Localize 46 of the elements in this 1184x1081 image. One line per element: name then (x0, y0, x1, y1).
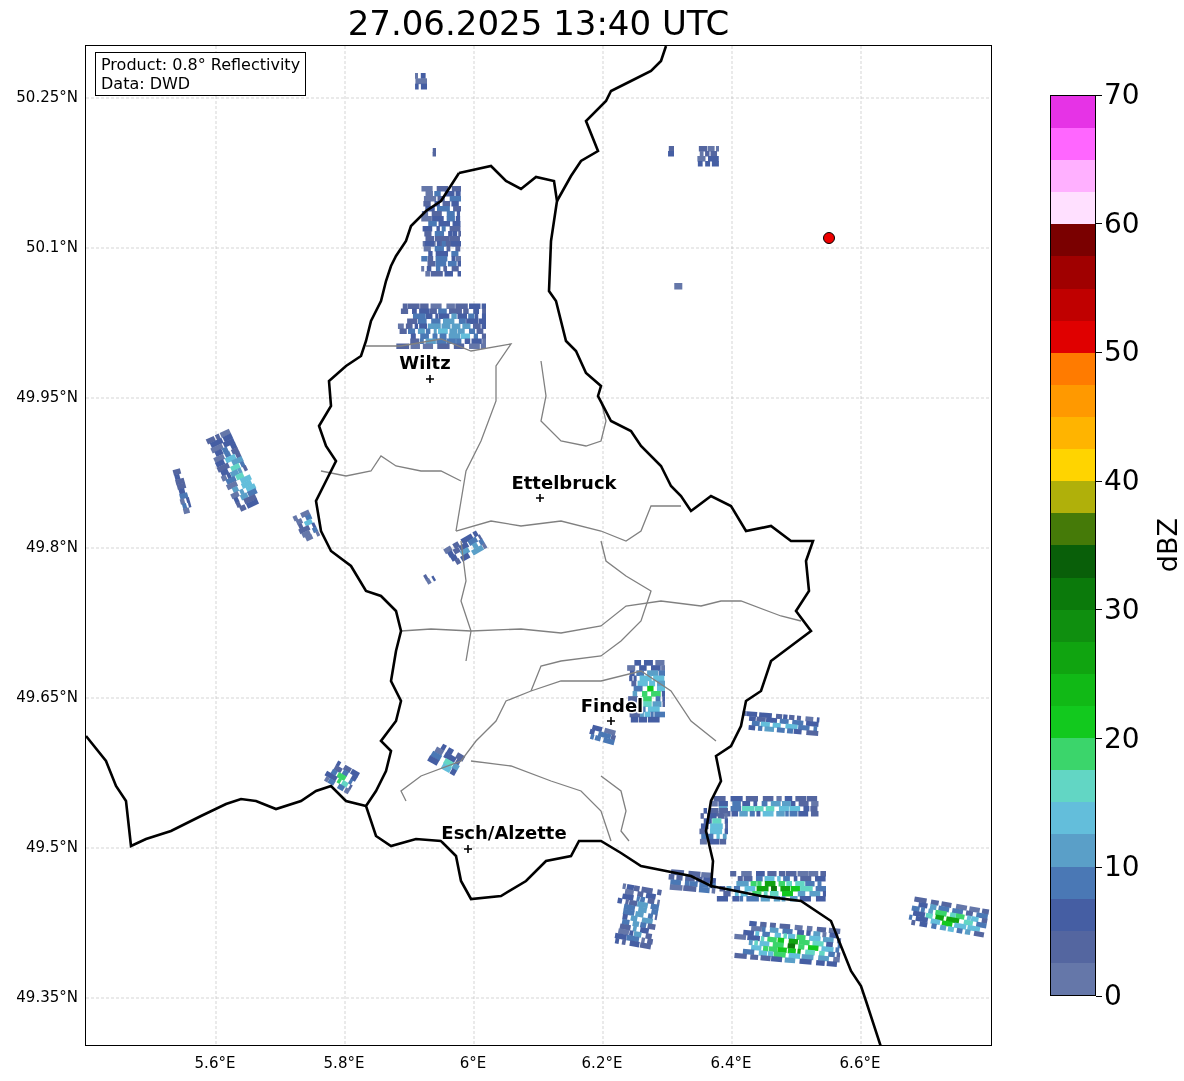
longitude-label: 6°E (459, 1054, 487, 1072)
latitude-label: 49.5°N (25, 838, 78, 856)
latitude-label: 49.65°N (16, 688, 78, 706)
radar-echo (614, 883, 662, 950)
city-label: Ettelbruck (511, 472, 617, 493)
city-marker-icon (535, 493, 545, 503)
latitude-label: 49.8°N (25, 538, 78, 556)
colorbar-tick-label: 30 (1104, 594, 1140, 625)
latitude-label: 49.95°N (16, 388, 78, 406)
radar-echo (292, 509, 321, 542)
location-dot (823, 232, 835, 244)
chart-title: 27.06.2025 13:40 UTC (346, 1, 731, 45)
colorbar-tick-label: 70 (1104, 80, 1140, 110)
radar-echo (697, 146, 719, 167)
radar-echo (427, 743, 466, 776)
colorbar-tick-label: 50 (1104, 337, 1140, 368)
longitude-label: 6.6°E (839, 1054, 881, 1072)
city-marker-icon (606, 716, 616, 726)
latitude-label: 50.1°N (25, 238, 78, 256)
radar-echo (668, 146, 674, 157)
radar-echo (172, 468, 192, 515)
radar-echo (415, 73, 427, 90)
longitude-label: 5.8°E (323, 1054, 365, 1072)
city-marker-icon (425, 374, 435, 384)
latitude-label: 50.25°N (16, 88, 78, 106)
colorbar-label: dBZ (1154, 518, 1181, 573)
longitude-label: 5.6°E (194, 1054, 236, 1072)
colorbar-tick-label: 0 (1104, 981, 1122, 1011)
longitude-label: 6.4°E (710, 1054, 752, 1072)
city-marker-icon (463, 844, 473, 854)
info-text: Product: 0.8° Reflectivity (101, 55, 301, 74)
colorbar-tick-label: 40 (1104, 466, 1140, 497)
colorbar-tick-label: 10 (1104, 852, 1140, 883)
radar-echo (674, 283, 683, 290)
longitude-label: 6.2°E (581, 1054, 623, 1072)
latitude-label: 49.35°N (16, 988, 78, 1006)
radar-echo (423, 574, 437, 585)
radar-echo (443, 530, 488, 566)
info-text: Data: DWD (101, 74, 192, 93)
city-label: Esch/Alzette (441, 822, 567, 843)
radar-echo (432, 148, 436, 157)
colorbar-tick-label: 60 (1104, 208, 1140, 239)
colorbar-tick-label: 20 (1104, 723, 1140, 754)
city-label: Wiltz (399, 352, 451, 373)
radar-echo (589, 724, 617, 746)
radar-echo (323, 760, 360, 795)
